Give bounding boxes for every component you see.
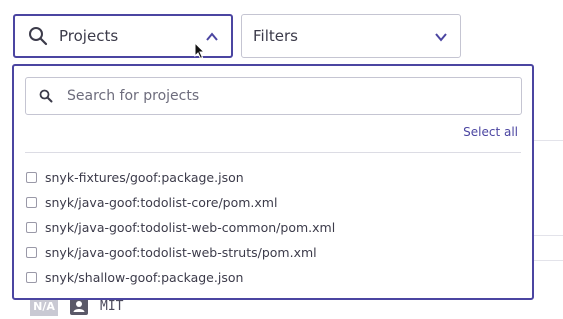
project-name: snyk-fixtures/goof:package.json — [45, 170, 244, 185]
project-checkbox[interactable] — [26, 272, 37, 283]
projects-dropdown-label: Projects — [59, 27, 119, 45]
background-divider — [533, 260, 563, 261]
search-icon — [29, 27, 48, 46]
project-list-item[interactable]: snyk-fixtures/goof:package.json — [26, 165, 335, 190]
project-list-item[interactable]: snyk/shallow-goof:package.json — [26, 265, 335, 290]
project-checkbox[interactable] — [26, 197, 37, 208]
project-checkbox[interactable] — [26, 222, 37, 233]
project-name: snyk/java-goof:todolist-core/pom.xml — [45, 195, 278, 210]
project-list-item[interactable]: snyk/java-goof:todolist-core/pom.xml — [26, 190, 335, 215]
project-name: snyk/java-goof:todolist-web-struts/pom.x… — [45, 245, 317, 260]
project-search-box[interactable] — [25, 77, 522, 115]
background-divider — [533, 235, 563, 236]
project-list: snyk-fixtures/goof:package.json snyk/jav… — [26, 165, 335, 290]
mouse-cursor-icon — [194, 42, 206, 60]
projects-dropdown-panel: Select all snyk-fixtures/goof:package.js… — [12, 64, 534, 300]
background-divider — [533, 140, 563, 141]
divider — [25, 152, 521, 153]
project-name: snyk/shallow-goof:package.json — [45, 270, 244, 285]
license-text: MIT — [100, 298, 124, 314]
project-search-input[interactable] — [65, 87, 489, 105]
select-all-link[interactable]: Select all — [463, 125, 518, 139]
filters-dropdown-button[interactable]: Filters — [241, 14, 461, 58]
search-icon — [39, 89, 53, 103]
project-list-item[interactable]: snyk/java-goof:todolist-web-struts/pom.x… — [26, 240, 335, 265]
project-checkbox[interactable] — [26, 247, 37, 258]
project-name: snyk/java-goof:todolist-web-common/pom.x… — [45, 220, 336, 235]
filters-dropdown-label: Filters — [253, 27, 298, 45]
project-checkbox[interactable] — [26, 172, 37, 183]
chevron-down-icon — [435, 33, 447, 42]
project-list-item[interactable]: snyk/java-goof:todolist-web-common/pom.x… — [26, 215, 335, 240]
chevron-up-icon — [206, 32, 218, 41]
